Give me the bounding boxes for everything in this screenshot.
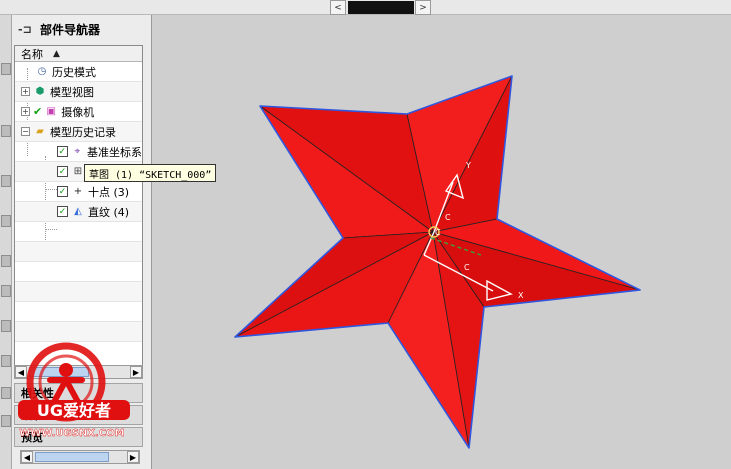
navigator-tree[interactable]: 名称 ▲ ◷ 历史模式 + ⬢ 模型视图 + ✔ ▣ 摄像机 − ▰ 模型历史记 bbox=[14, 45, 143, 367]
resource-tab-2[interactable] bbox=[1, 125, 11, 137]
tree-row-label: 历史模式 bbox=[52, 65, 96, 79]
visibility-checkbox[interactable]: ✓ bbox=[57, 146, 68, 157]
ruled-surface-icon: ◭ bbox=[74, 206, 82, 217]
chevron-right-icon: > bbox=[419, 2, 427, 13]
datum-csys-icon: ⌖ bbox=[74, 146, 81, 157]
tree-row-empty bbox=[15, 322, 142, 342]
navigator-header: -⊐ 部件导航器 bbox=[12, 15, 151, 43]
sort-ascending-icon: ▲ bbox=[53, 48, 60, 59]
constraint-label: C bbox=[435, 228, 441, 237]
tree-row-label: 十点 (3) bbox=[88, 185, 130, 199]
scroll-right-button[interactable]: > bbox=[415, 0, 431, 15]
tree-row-empty bbox=[15, 282, 142, 302]
tree-row-empty bbox=[15, 262, 142, 282]
logo-url-text: WWW.UGSNX.COM bbox=[19, 428, 124, 439]
visibility-checkbox[interactable]: ✓ bbox=[57, 186, 68, 197]
resource-tab-1[interactable] bbox=[1, 63, 11, 75]
top-scrollbar[interactable]: < > bbox=[0, 0, 731, 15]
visibility-checkbox[interactable]: ✓ bbox=[57, 206, 68, 217]
tree-row-empty bbox=[15, 242, 142, 262]
pin-icon[interactable]: -⊐ bbox=[18, 23, 32, 36]
tree-row-ruled[interactable]: ✓ ◭ 直纹 (4) bbox=[15, 202, 142, 222]
graphics-window[interactable]: Y X C C C bbox=[153, 15, 731, 469]
collapse-icon[interactable]: − bbox=[21, 127, 30, 136]
resource-tab-4[interactable] bbox=[1, 215, 11, 227]
tree-row-label: 模型视图 bbox=[50, 85, 94, 99]
checkmark-icon: ✔ bbox=[33, 105, 43, 118]
tree-row-label: 基准坐标系 bbox=[87, 145, 142, 159]
tree-row-model-history[interactable]: − ▰ 模型历史记录 bbox=[15, 122, 142, 142]
point-icon: + bbox=[73, 186, 83, 197]
tree-row-datum-csys[interactable]: ✓ ⌖ 基准坐标系 bbox=[15, 142, 142, 162]
resource-tab-6[interactable] bbox=[1, 285, 11, 297]
tree-row-label: 模型历史记录 bbox=[50, 125, 116, 139]
tree-row-label: 摄像机 bbox=[61, 105, 95, 119]
tooltip-text: 草图 (1) “SKETCH_000” bbox=[89, 169, 212, 181]
folder-icon: ▰ bbox=[36, 126, 44, 137]
x-axis-label: X bbox=[518, 291, 524, 300]
ugsnx-watermark-logo: UG爱好者 WWW.UGSNX.COM bbox=[18, 342, 130, 439]
resource-tab-10[interactable] bbox=[1, 415, 11, 427]
sketch-tooltip: 草图 (1) “SKETCH_000” bbox=[84, 164, 217, 182]
chevron-left-icon: < bbox=[334, 2, 342, 13]
camera-icon: ▣ bbox=[46, 106, 56, 117]
visibility-checkbox[interactable]: ✓ bbox=[57, 166, 68, 177]
resource-tab-3[interactable] bbox=[1, 175, 11, 187]
tree-row-cameras[interactable]: + ✔ ▣ 摄像机 bbox=[15, 102, 142, 122]
resource-tab-9[interactable] bbox=[1, 387, 11, 399]
y-axis-label: Y bbox=[465, 161, 471, 170]
scroll-left-button[interactable]: ◀ bbox=[21, 451, 33, 463]
scroll-thumb[interactable] bbox=[348, 1, 414, 14]
resource-tab-8[interactable] bbox=[1, 355, 11, 367]
scroll-left-button[interactable]: < bbox=[330, 0, 346, 15]
scroll-right-button[interactable]: ▶ bbox=[127, 451, 139, 463]
expand-icon[interactable]: + bbox=[21, 87, 30, 96]
panel-horizontal-scrollbar[interactable]: ◀ ▶ bbox=[20, 450, 140, 464]
constraint-label: C bbox=[464, 263, 470, 272]
sketch-icon: ⊞ bbox=[73, 166, 83, 177]
column-header-name[interactable]: 名称 ▲ bbox=[15, 46, 142, 62]
tree-row-model-views[interactable]: + ⬢ 模型视图 bbox=[15, 82, 142, 102]
clock-icon: ◷ bbox=[37, 66, 47, 77]
scroll-thumb[interactable] bbox=[35, 452, 109, 462]
tree-row-points[interactable]: ✓ + 十点 (3) bbox=[15, 182, 142, 202]
resource-bar bbox=[0, 15, 12, 469]
expand-icon[interactable]: + bbox=[21, 107, 30, 116]
model-view-icon: ⬢ bbox=[35, 86, 45, 97]
column-header-label: 名称 bbox=[21, 47, 43, 61]
navigator-title: 部件导航器 bbox=[40, 22, 101, 37]
star-model[interactable]: Y X C C C bbox=[153, 15, 731, 469]
tree-row-empty bbox=[15, 302, 142, 322]
resource-tab-7[interactable] bbox=[1, 320, 11, 332]
tree-row-history-mode[interactable]: ◷ 历史模式 bbox=[15, 62, 142, 82]
resource-tab-5[interactable] bbox=[1, 255, 11, 267]
logo-brand-text: UG爱好者 bbox=[37, 401, 111, 420]
constraint-label: C bbox=[445, 213, 451, 222]
tree-row-empty bbox=[15, 222, 142, 242]
tree-row-label: 直纹 (4) bbox=[88, 205, 130, 219]
